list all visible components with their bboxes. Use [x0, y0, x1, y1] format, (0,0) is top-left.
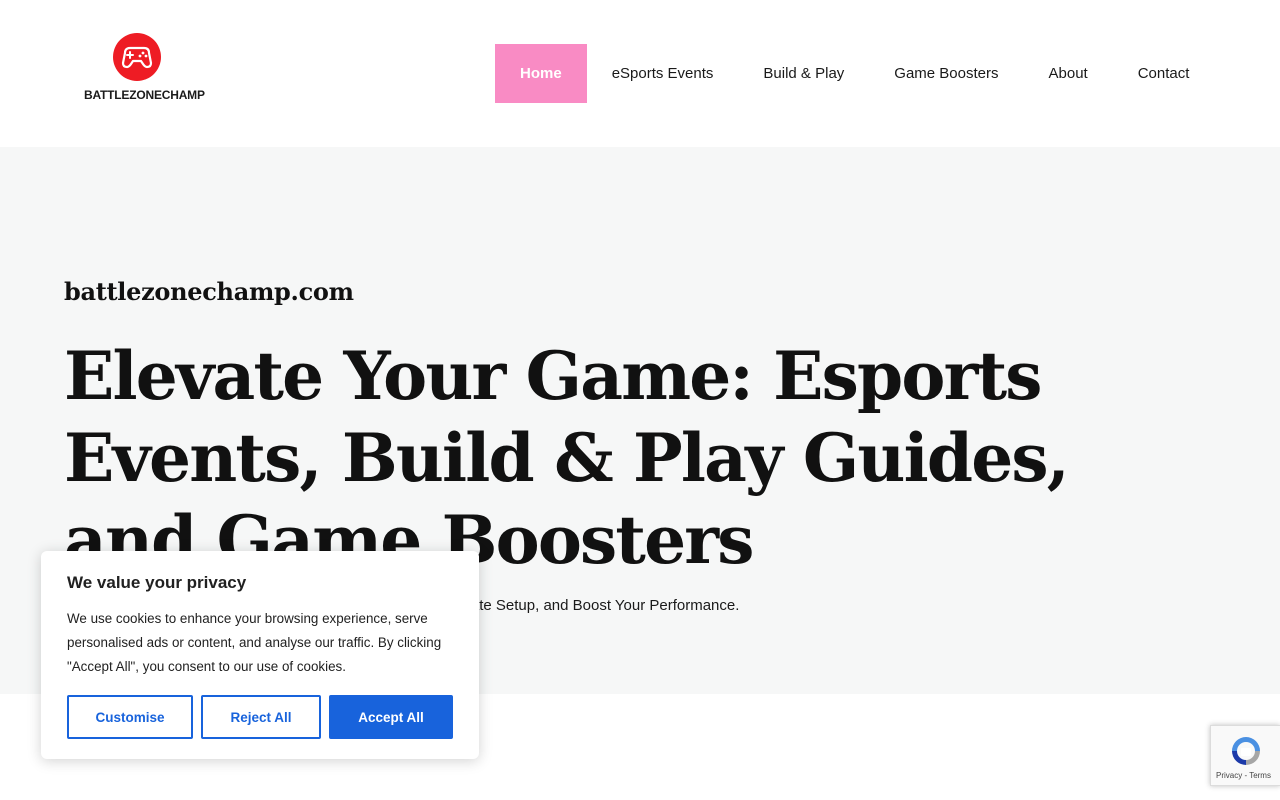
gamepad-icon: [113, 33, 161, 81]
site-header: BATTLEZONECHAMP Home eSports Events Buil…: [0, 0, 1280, 147]
logo-text: BATTLEZONECHAMP: [84, 88, 205, 102]
site-logo[interactable]: BATTLEZONECHAMP: [84, 32, 205, 102]
nav-item-game-boosters[interactable]: Game Boosters: [869, 44, 1023, 103]
cookie-consent-banner: We value your privacy We use cookies to …: [41, 551, 479, 759]
nav-item-esports-events[interactable]: eSports Events: [587, 44, 739, 103]
cookie-description: We use cookies to enhance your browsing …: [67, 611, 442, 674]
cookie-title: We value your privacy: [67, 573, 247, 592]
recaptcha-links[interactable]: Privacy - Terms: [1216, 771, 1271, 780]
hero-title: Elevate Your Game: Esports Events, Build…: [64, 337, 1070, 579]
nav-item-build-play[interactable]: Build & Play: [738, 44, 869, 103]
nav-item-about[interactable]: About: [1024, 44, 1113, 103]
recaptcha-badge[interactable]: Privacy - Terms: [1210, 725, 1280, 786]
nav-item-contact[interactable]: Contact: [1113, 44, 1215, 103]
accept-all-button[interactable]: Accept All: [329, 695, 453, 739]
customise-button[interactable]: Customise: [67, 695, 193, 739]
hero-site-name: battlezonechamp.com: [64, 277, 354, 306]
recaptcha-icon: [1232, 737, 1260, 765]
reject-all-button[interactable]: Reject All: [201, 695, 321, 739]
main-nav: Home eSports Events Build & Play Game Bo…: [495, 44, 1214, 103]
nav-item-home[interactable]: Home: [495, 44, 587, 103]
